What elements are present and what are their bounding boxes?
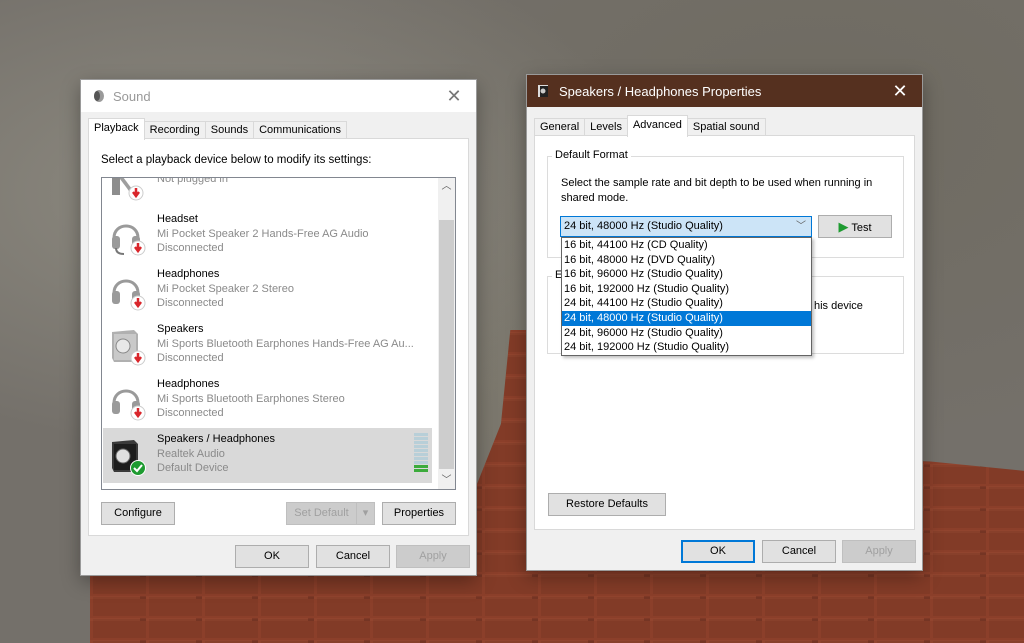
list-item[interactable]: Headphones Mi Pocket Speaker 2 Stereo Di… <box>103 263 432 318</box>
level-bar <box>414 445 428 448</box>
headset-icon <box>112 224 146 256</box>
play-icon: ▶ <box>838 219 849 234</box>
format-option[interactable]: 24 bit, 44100 Hz (Studio Quality) <box>562 296 811 311</box>
speaker-icon <box>112 440 146 476</box>
format-option[interactable]: 24 bit, 192000 Hz (Studio Quality) <box>562 340 811 355</box>
sound-window: Sound ✕ Playback Recording Sounds Commun… <box>81 80 476 575</box>
device-name: Headphones <box>157 268 220 280</box>
tab-advanced[interactable]: Advanced <box>626 115 688 137</box>
properties-titlebar[interactable]: Speakers / Headphones Properties ✕ <box>527 75 922 107</box>
speaker-app-icon <box>538 85 548 97</box>
device-driver: Mi Sports Bluetooth Earphones Stereo <box>157 392 345 405</box>
device-status: Disconnected <box>157 407 224 419</box>
headphones-icon <box>112 279 146 311</box>
set-default-dropdown[interactable]: ▾ <box>356 502 375 525</box>
level-bar <box>414 437 428 440</box>
device-driver: Realtek Audio <box>157 447 225 460</box>
scroll-up-icon[interactable]: ︿ <box>438 178 455 195</box>
default-format-description: Select the sample rate and bit depth to … <box>561 177 873 204</box>
level-bar <box>414 433 428 436</box>
speaker-app-icon <box>94 90 104 102</box>
close-icon: ✕ <box>892 80 908 101</box>
properties-button[interactable]: Properties <box>382 502 456 525</box>
default-format-label: Default Format <box>552 149 631 161</box>
device-driver: Mi Pocket Speaker 2 Hands-Free AG Audio <box>157 227 369 240</box>
exclusive-mode-text: his device <box>814 300 863 312</box>
chevron-down-icon: ﹀ <box>796 221 806 232</box>
list-item[interactable]: Headphones Mi Sports Bluetooth Earphones… <box>103 373 432 428</box>
scrollbar-thumb[interactable] <box>439 220 454 469</box>
default-format-select[interactable]: 24 bit, 48000 Hz (Studio Quality) ﹀ <box>560 216 812 237</box>
test-label: Test <box>851 222 872 234</box>
device-name: Headset <box>157 213 198 225</box>
window-title: Sound <box>113 88 151 104</box>
apply-button[interactable]: Apply <box>842 540 916 563</box>
properties-tabs: General Levels Advanced Spatial sound <box>534 115 766 137</box>
device-name: Speakers / Headphones <box>157 433 276 445</box>
level-bar <box>414 465 428 468</box>
level-bar <box>414 449 428 452</box>
microphone-icon <box>112 178 144 201</box>
level-bar <box>414 453 428 456</box>
format-option[interactable]: 24 bit, 96000 Hz (Studio Quality) <box>562 326 811 341</box>
device-name: Headphones <box>157 378 220 390</box>
device-list[interactable]: Krisp Not plugged in Headset Mi Pocket S… <box>101 177 456 490</box>
device-name: Speakers <box>157 323 204 335</box>
close-button[interactable]: ✕ <box>878 75 922 107</box>
test-button[interactable]: ▶ Test <box>818 215 892 238</box>
format-option[interactable]: 16 bit, 192000 Hz (Studio Quality) <box>562 282 811 297</box>
configure-button[interactable]: Configure <box>101 502 175 525</box>
device-driver: Mi Pocket Speaker 2 Stereo <box>157 282 294 295</box>
list-item[interactable]: Headset Mi Pocket Speaker 2 Hands-Free A… <box>103 208 432 263</box>
playback-panel: Select a playback device below to modify… <box>88 138 469 536</box>
close-button[interactable]: ✕ <box>432 80 476 112</box>
format-option-selected[interactable]: 24 bit, 48000 Hz (Studio Quality) <box>562 310 811 326</box>
format-option[interactable]: 16 bit, 44100 Hz (CD Quality) <box>562 238 811 253</box>
level-bar <box>414 461 428 464</box>
dropdown-arrow-icon: ▾ <box>362 507 369 519</box>
set-default-button[interactable]: Set Default <box>286 502 356 525</box>
ok-button[interactable]: OK <box>681 540 755 563</box>
format-option[interactable]: 16 bit, 96000 Hz (Studio Quality) <box>562 267 811 282</box>
instruction-text: Select a playback device below to modify… <box>101 154 372 166</box>
format-option[interactable]: 16 bit, 48000 Hz (DVD Quality) <box>562 253 811 268</box>
list-item-selected[interactable]: Speakers / Headphones Realtek Audio Defa… <box>103 428 432 483</box>
list-item[interactable]: Speakers Mi Sports Bluetooth Earphones H… <box>103 318 432 373</box>
format-dropdown-list[interactable]: 16 bit, 44100 Hz (CD Quality) 16 bit, 48… <box>561 237 812 356</box>
sound-titlebar[interactable]: Sound ✕ <box>81 80 476 112</box>
device-status: Not plugged in <box>157 177 228 185</box>
ok-button[interactable]: OK <box>235 545 309 568</box>
speaker-icon <box>112 330 146 366</box>
device-status: Default Device <box>157 462 229 474</box>
list-item[interactable]: Krisp Not plugged in <box>103 177 432 208</box>
level-bar <box>414 469 428 472</box>
sound-tabs: Playback Recording Sounds Communications <box>88 118 348 140</box>
device-status: Disconnected <box>157 242 224 254</box>
level-bar <box>414 457 428 460</box>
cancel-button[interactable]: Cancel <box>762 540 836 563</box>
device-status: Disconnected <box>157 352 224 364</box>
scroll-down-icon[interactable]: ﹀ <box>438 472 455 489</box>
device-status: Disconnected <box>157 297 224 309</box>
close-icon: ✕ <box>446 85 462 106</box>
cancel-button[interactable]: Cancel <box>316 545 390 568</box>
level-bar <box>414 441 428 444</box>
level-meter <box>414 433 428 477</box>
selected-format: 24 bit, 48000 Hz (Studio Quality) <box>564 220 723 232</box>
window-title: Speakers / Headphones Properties <box>559 83 762 99</box>
device-driver: Mi Sports Bluetooth Earphones Hands-Free… <box>157 337 414 350</box>
tab-playback[interactable]: Playback <box>88 118 145 140</box>
restore-defaults-button[interactable]: Restore Defaults <box>548 493 666 516</box>
apply-button[interactable]: Apply <box>396 545 470 568</box>
headphones-icon <box>112 389 146 421</box>
device-list-scrollbar[interactable]: ︿ ﹀ <box>438 178 455 489</box>
